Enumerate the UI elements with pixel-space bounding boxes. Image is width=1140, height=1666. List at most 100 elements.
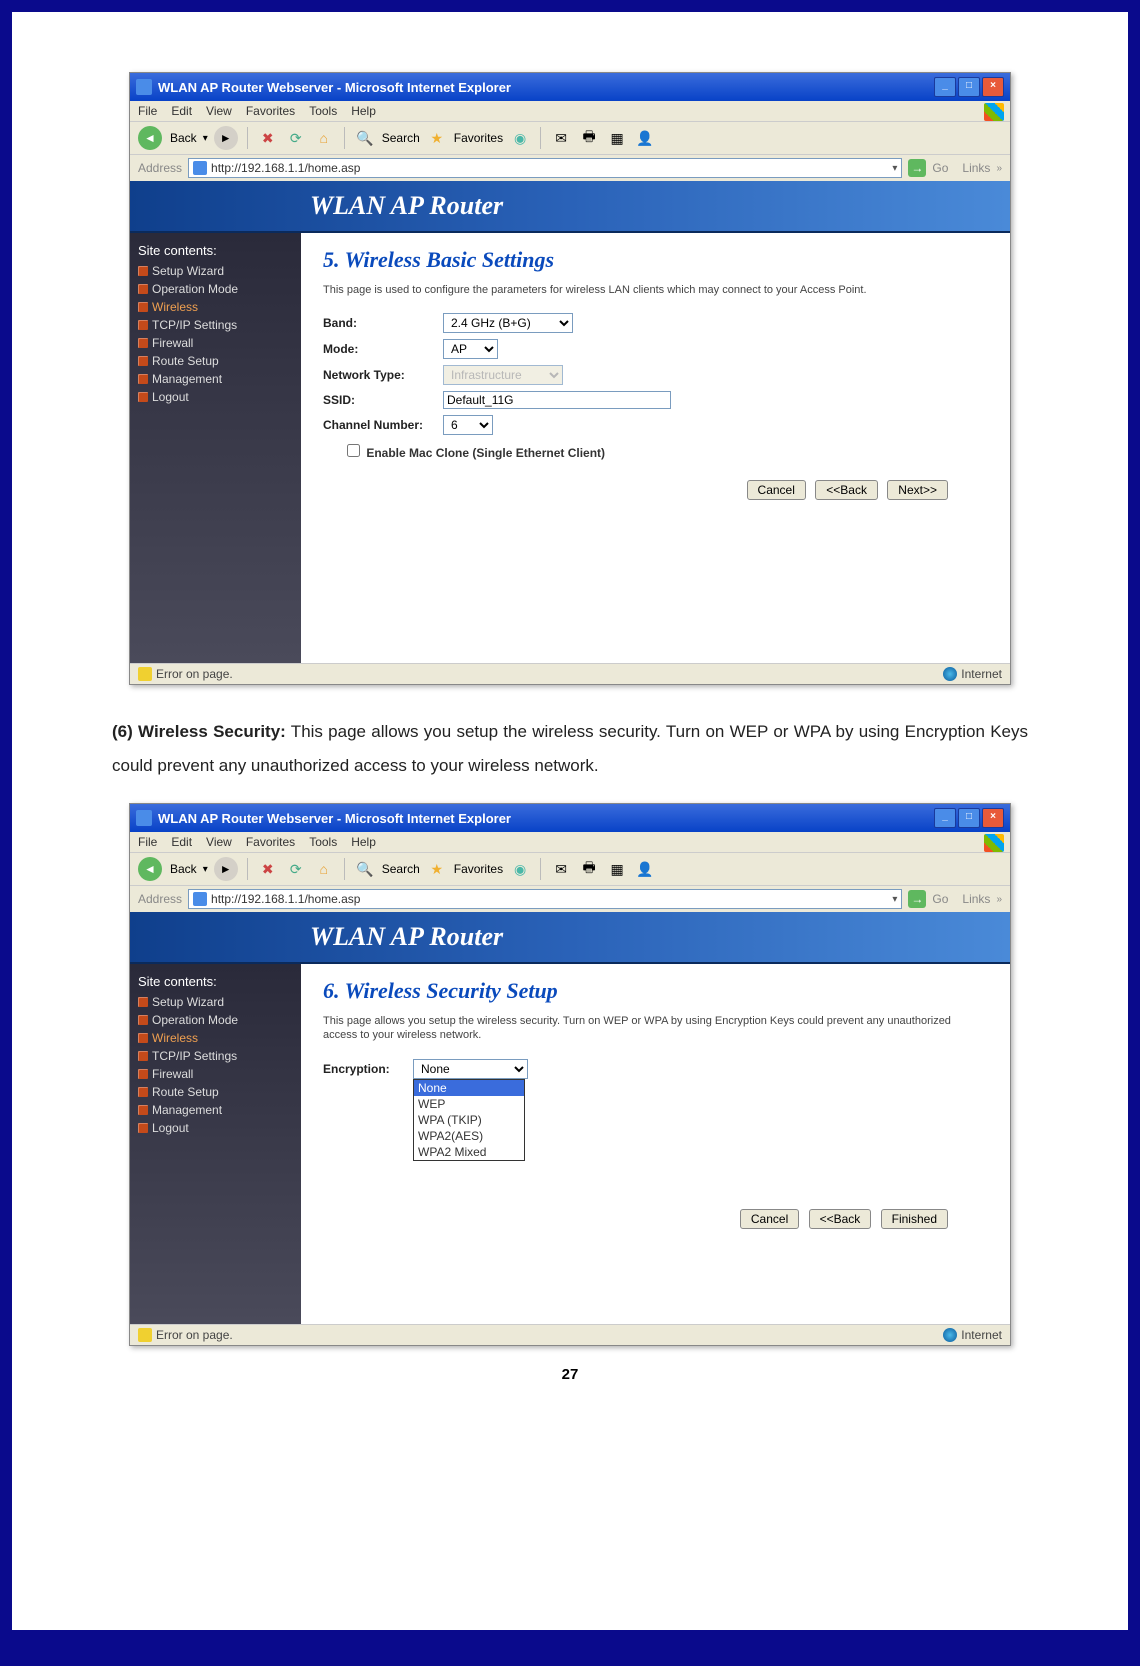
sidebar-item-route-setup[interactable]: Route Setup [138,352,293,370]
messenger-icon[interactable]: 👤 [634,858,656,880]
address-bar-2: Address http://192.168.1.1/home.asp ▾ → … [130,885,1010,912]
globe-icon [943,1328,957,1342]
select-encryption[interactable]: None [413,1059,528,1079]
sidebar-item-logout[interactable]: Logout [138,388,293,406]
input-ssid[interactable] [443,391,671,409]
select-channel[interactable]: 6 [443,415,493,435]
back-button[interactable]: ◄ [138,857,162,881]
menu-edit[interactable]: Edit [171,104,192,118]
sidebar-item-wireless[interactable]: Wireless [138,1029,293,1047]
links-label[interactable]: Links [962,161,990,175]
minimize-button[interactable]: _ [934,808,956,828]
minimize-button[interactable]: _ [934,77,956,97]
forward-button[interactable]: ► [214,857,238,881]
sidebar-item-management[interactable]: Management [138,370,293,388]
edit-icon[interactable]: ▦ [606,858,628,880]
sidebar-item-setup-wizard[interactable]: Setup Wizard [138,993,293,1011]
page-description: This page allows you setup the wireless … [323,1014,988,1043]
refresh-icon[interactable]: ⟳ [285,127,307,149]
sidebar-item-route-setup[interactable]: Route Setup [138,1083,293,1101]
sidebar-item-operation-mode[interactable]: Operation Mode [138,1011,293,1029]
select-band[interactable]: 2.4 GHz (B+G) [443,313,573,333]
menu-file[interactable]: File [138,835,157,849]
print-icon[interactable]: 🖶 [578,127,600,149]
menu-edit[interactable]: Edit [171,835,192,849]
select-mode[interactable]: AP [443,339,498,359]
window-titlebar: WLAN AP Router Webserver - Microsoft Int… [130,73,1010,101]
edit-icon[interactable]: ▦ [606,127,628,149]
favorites-label[interactable]: Favorites [454,131,503,145]
links-label[interactable]: Links [962,892,990,906]
menu-view[interactable]: View [206,104,232,118]
favorites-star-icon[interactable]: ★ [426,858,448,880]
finished-button[interactable]: Finished [881,1209,948,1229]
sidebar-2: Site contents: Setup Wizard Operation Mo… [130,964,301,1324]
address-input[interactable]: http://192.168.1.1/home.asp ▾ [188,889,902,909]
close-button[interactable]: × [982,77,1004,97]
sidebar-item-wireless[interactable]: Wireless [138,298,293,316]
favorites-label[interactable]: Favorites [454,862,503,876]
home-icon[interactable]: ⌂ [313,127,335,149]
sidebar-item-logout[interactable]: Logout [138,1119,293,1137]
search-icon[interactable]: 🔍 [354,127,376,149]
media-icon[interactable]: ◉ [509,858,531,880]
address-input[interactable]: http://192.168.1.1/home.asp ▾ [188,158,902,178]
go-label[interactable]: Go [932,161,948,175]
home-icon[interactable]: ⌂ [313,858,335,880]
mail-icon[interactable]: ✉ [550,127,572,149]
option-wpa-tkip[interactable]: WPA (TKIP) [414,1112,524,1128]
page-description: This page is used to configure the param… [323,283,988,297]
sidebar-item-tcpip[interactable]: TCP/IP Settings [138,1047,293,1065]
search-icon[interactable]: 🔍 [354,858,376,880]
label-nettype: Network Type: [323,368,443,382]
cancel-button[interactable]: Cancel [747,480,806,500]
checkbox-mac-clone[interactable] [347,444,360,457]
menu-tools[interactable]: Tools [309,104,337,118]
page-title: 5. Wireless Basic Settings [323,247,988,273]
sidebar-item-firewall[interactable]: Firewall [138,1065,293,1083]
cancel-button[interactable]: Cancel [740,1209,799,1229]
stop-icon[interactable]: ✖ [257,127,279,149]
go-label[interactable]: Go [932,892,948,906]
status-bar-2: Error on page. Internet [130,1324,1010,1345]
search-label[interactable]: Search [382,131,420,145]
option-wpa2-aes[interactable]: WPA2(AES) [414,1128,524,1144]
back-label[interactable]: Back [170,131,197,145]
refresh-icon[interactable]: ⟳ [285,858,307,880]
back-button[interactable]: ◄ [138,126,162,150]
back-label[interactable]: Back [170,862,197,876]
forward-button[interactable]: ► [214,126,238,150]
mail-icon[interactable]: ✉ [550,858,572,880]
print-icon[interactable]: 🖶 [578,858,600,880]
screenshot-wireless-basic: WLAN AP Router Webserver - Microsoft Int… [129,72,1011,685]
menu-tools[interactable]: Tools [309,835,337,849]
go-button[interactable]: → [908,159,926,177]
go-button[interactable]: → [908,890,926,908]
sidebar-item-management[interactable]: Management [138,1101,293,1119]
option-none[interactable]: None [414,1080,524,1096]
media-icon[interactable]: ◉ [509,127,531,149]
search-label[interactable]: Search [382,862,420,876]
menu-help[interactable]: Help [351,104,376,118]
back-button-wizard[interactable]: <<Back [815,480,878,500]
menu-favorites[interactable]: Favorites [246,104,295,118]
messenger-icon[interactable]: 👤 [634,127,656,149]
sidebar-item-setup-wizard[interactable]: Setup Wizard [138,262,293,280]
stop-icon[interactable]: ✖ [257,858,279,880]
sidebar-item-firewall[interactable]: Firewall [138,334,293,352]
menu-view[interactable]: View [206,835,232,849]
encryption-dropdown-list[interactable]: None WEP WPA (TKIP) WPA2(AES) WPA2 Mixed [413,1079,525,1161]
next-button[interactable]: Next>> [887,480,948,500]
option-wep[interactable]: WEP [414,1096,524,1112]
menu-file[interactable]: File [138,104,157,118]
maximize-button[interactable]: □ [958,808,980,828]
back-button-wizard[interactable]: <<Back [809,1209,872,1229]
maximize-button[interactable]: □ [958,77,980,97]
favorites-star-icon[interactable]: ★ [426,127,448,149]
sidebar-item-tcpip[interactable]: TCP/IP Settings [138,316,293,334]
menu-help[interactable]: Help [351,835,376,849]
option-wpa2-mixed[interactable]: WPA2 Mixed [414,1144,524,1160]
menu-favorites[interactable]: Favorites [246,835,295,849]
close-button[interactable]: × [982,808,1004,828]
sidebar-item-operation-mode[interactable]: Operation Mode [138,280,293,298]
